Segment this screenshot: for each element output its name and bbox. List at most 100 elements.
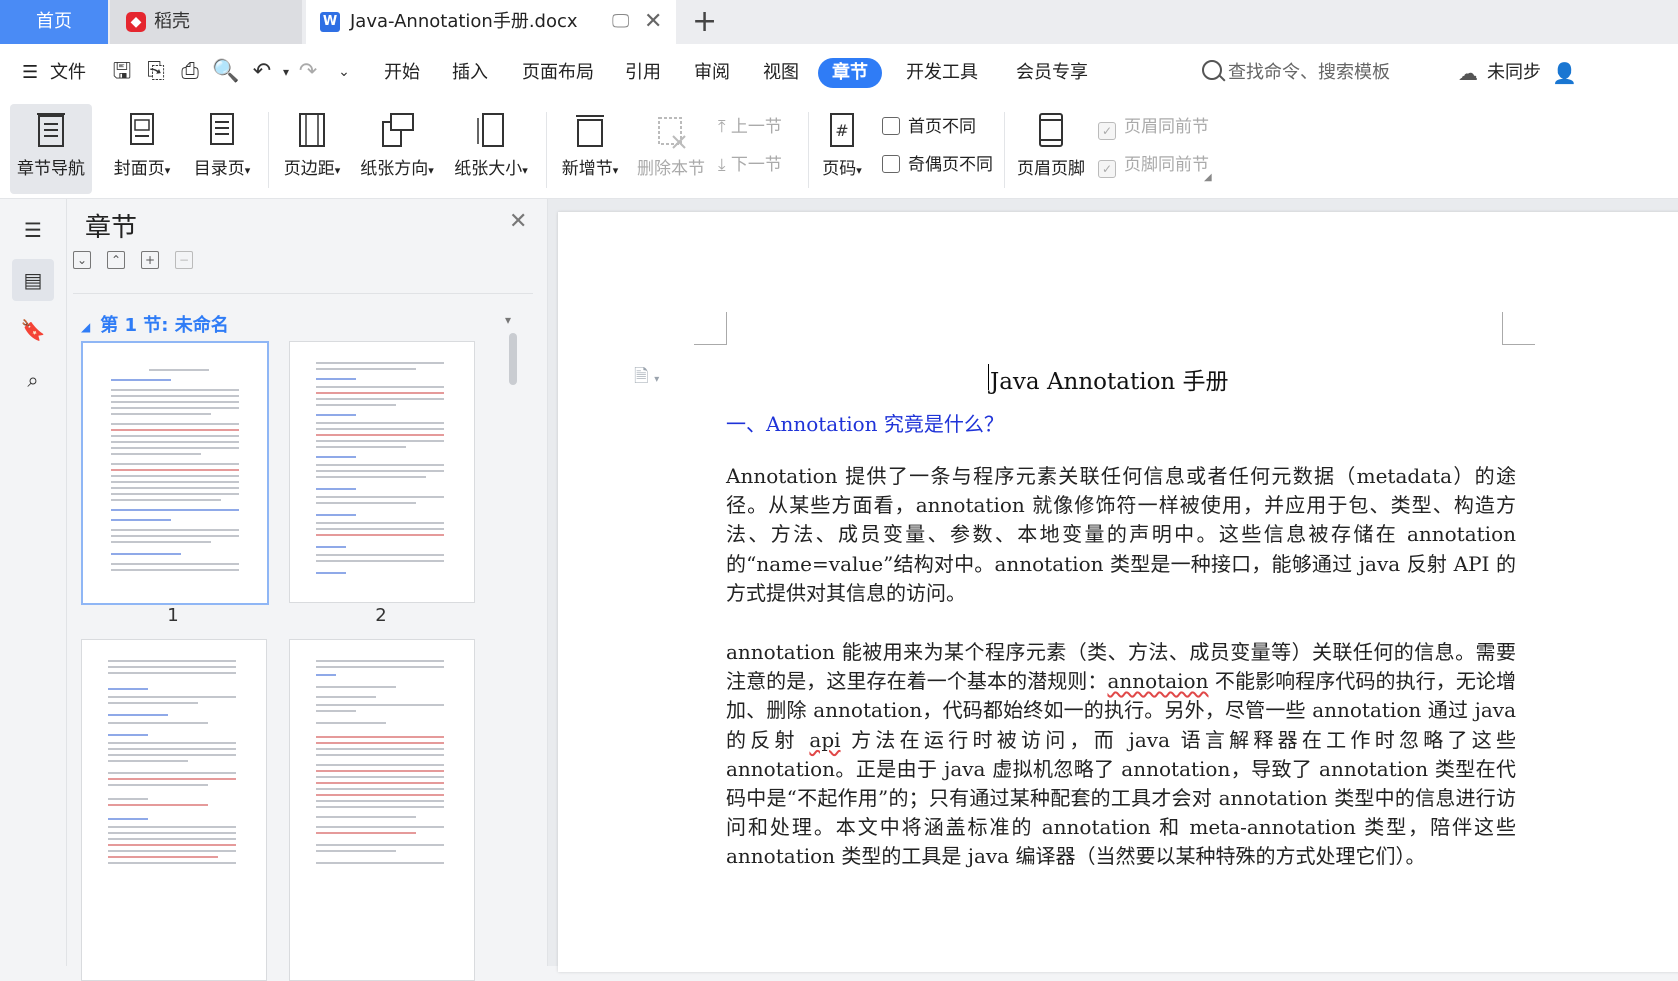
paragraph-2[interactable]: annotation 能被用来为某个程序元素（类、方法、成员变量等）关联任何的信… xyxy=(726,638,1516,872)
outline-icon[interactable]: ☰ xyxy=(12,209,54,251)
toc-page-button[interactable]: 目录页▾ xyxy=(186,104,258,194)
collapse-up-icon[interactable]: ⌃ xyxy=(107,251,125,269)
menu-view[interactable]: 视图 xyxy=(763,44,799,102)
tab-home[interactable]: 首页 xyxy=(0,0,108,44)
dropdown-arrow-icon: ▾ xyxy=(428,164,434,177)
spelling-error[interactable]: annotaion xyxy=(1107,669,1208,693)
close-panel-icon[interactable]: ✕ xyxy=(509,209,527,234)
redo-icon[interactable]: ↷ xyxy=(294,58,322,86)
svg-text:#: # xyxy=(835,121,848,140)
expand-down-icon[interactable]: ⌄ xyxy=(73,251,91,269)
prev-section-button[interactable]: ⤒ 上一节 xyxy=(718,112,782,142)
menu-review[interactable]: 审阅 xyxy=(694,44,730,102)
menu-references[interactable]: 引用 xyxy=(625,44,661,102)
paragraph-1[interactable]: Annotation 提供了一条与程序元素关联任何信息或者任何元数据（metad… xyxy=(726,462,1516,608)
collapse-all-icon[interactable]: − xyxy=(175,251,193,269)
next-section-button[interactable]: ⤓ 下一节 xyxy=(718,150,782,180)
page-thumbnail-2[interactable] xyxy=(289,341,475,603)
section-nav-panel-icon[interactable]: ▤ xyxy=(12,259,54,301)
checkbox-checked-icon: ✓ xyxy=(1098,122,1116,140)
ribbon-separator xyxy=(808,112,809,188)
export-pdf-icon[interactable]: ⎘ xyxy=(142,58,170,86)
print-icon[interactable]: ⎙ xyxy=(176,58,204,86)
section-item[interactable]: ◢ 第 1 节: 未命名 xyxy=(81,311,229,337)
page-thumbnail-3[interactable] xyxy=(81,639,267,981)
user-icon[interactable]: 👤 xyxy=(1552,44,1577,102)
first-page-different-label: 首页不同 xyxy=(908,117,976,137)
dropdown-arrow-icon: ▾ xyxy=(334,164,341,177)
odd-even-different-label: 奇偶页不同 xyxy=(908,155,993,175)
cover-page-button[interactable]: 封面页▾ xyxy=(106,104,178,194)
monitor-icon[interactable]: 🖵 xyxy=(612,0,629,44)
command-search-input[interactable]: 查找命令、搜索模板 xyxy=(1228,44,1390,102)
section-nav-label: 章节导航 xyxy=(17,159,85,179)
menu-insert[interactable]: 插入 xyxy=(452,44,488,102)
word-doc-icon: W xyxy=(320,12,340,32)
ribbon: 章节导航 封面页▾ 目录页▾ 页边距▾ 纸张方向▾ 纸张大小▾ 新增节▾ 删除本… xyxy=(0,102,1678,199)
sync-status[interactable]: 未同步 xyxy=(1487,44,1541,102)
spelling-error[interactable]: api xyxy=(809,728,840,752)
first-page-different-checkbox[interactable]: 首页不同 xyxy=(882,112,976,142)
checkbox-icon xyxy=(882,155,900,173)
print-preview-icon[interactable]: 🔍 xyxy=(212,58,240,86)
new-tab-button[interactable]: + xyxy=(692,0,717,44)
title-bar: 首页 ◆ 稻壳 W Java-Annotation手册.docx 🖵 ✕ + xyxy=(0,0,1678,44)
orientation-button[interactable]: 纸张方向▾ xyxy=(354,104,440,194)
close-tab-icon[interactable]: ✕ xyxy=(644,0,662,44)
header-same-as-prev-checkbox[interactable]: ✓ 页眉同前节 xyxy=(1098,112,1209,142)
paper-size-icon xyxy=(477,113,504,147)
menu-page-layout[interactable]: 页面布局 xyxy=(522,44,594,102)
margin-corner-mark xyxy=(694,312,727,345)
section-nav-icon xyxy=(37,113,65,147)
ribbon-separator xyxy=(1004,112,1005,188)
margins-icon xyxy=(299,113,325,147)
next-section-icon: ⤓ xyxy=(718,155,731,175)
find-icon[interactable]: ⌕ xyxy=(12,359,54,401)
dropdown-arrow-icon: ▾ xyxy=(244,164,251,177)
tab-docer[interactable]: ◆ 稻壳 xyxy=(110,0,302,44)
toc-page-icon xyxy=(210,113,234,145)
page-number-label: 页码 xyxy=(822,159,857,179)
menu-developer[interactable]: 开发工具 xyxy=(906,44,978,102)
menu-section-active[interactable]: 章节 xyxy=(818,58,882,88)
new-section-icon xyxy=(576,115,604,147)
margins-button[interactable]: 页边距▾ xyxy=(278,104,346,194)
dialog-launcher-icon[interactable]: ◢ xyxy=(1204,172,1212,183)
margin-corner-mark xyxy=(1502,312,1535,345)
page-thumbnail-4[interactable] xyxy=(289,639,475,981)
menu-member[interactable]: 会员专享 xyxy=(1016,44,1088,102)
dropdown-arrow-icon: ▾ xyxy=(164,164,171,177)
save-icon[interactable]: 🖫 xyxy=(108,58,136,86)
heading-1[interactable]: 一、Annotation 究竟是什么？ xyxy=(726,408,1004,437)
tab-document[interactable]: W Java-Annotation手册.docx 🖵 ✕ xyxy=(306,0,676,44)
delete-section-label: 删除本节 xyxy=(637,159,705,179)
panel-scrollbar[interactable] xyxy=(509,333,517,385)
bookmark-icon[interactable]: 🔖 xyxy=(12,309,54,351)
paragraph-2-text-c: 方法在运行时被访问，而 java 语言解释器在工作时忽略了这些 annotati… xyxy=(726,727,1517,869)
header-footer-button[interactable]: 页眉页脚 xyxy=(1012,104,1090,194)
footer-same-as-prev-label: 页脚同前节 xyxy=(1124,155,1209,175)
paragraph-options-icon[interactable]: 🗎 ▾ xyxy=(634,364,659,394)
document-page[interactable]: 🗎 ▾ Java Annotation 手册 一、Annotation 究竟是什… xyxy=(558,212,1678,972)
section-nav-button[interactable]: 章节导航 xyxy=(10,104,92,194)
odd-even-different-checkbox[interactable]: 奇偶页不同 xyxy=(882,150,993,180)
expand-all-icon[interactable]: + xyxy=(141,251,159,269)
footer-same-as-prev-checkbox[interactable]: ✓ 页脚同前节 xyxy=(1098,150,1209,180)
paper-size-button[interactable]: 纸张大小▾ xyxy=(448,104,534,194)
dropdown-arrow-icon: ▾ xyxy=(612,164,619,177)
cloud-sync-icon[interactable]: ☁ xyxy=(1458,44,1478,102)
checkbox-checked-icon: ✓ xyxy=(1098,160,1116,178)
delete-section-button[interactable]: 删除本节 xyxy=(634,104,708,194)
hamburger-menu-icon[interactable]: ☰ xyxy=(22,44,38,102)
customize-toolbar-icon[interactable]: ⌄ xyxy=(330,58,358,86)
section-nav-panel: 章节 ✕ ⌄ ⌃ + − ◢ 第 1 节: 未命名 ▾ 1 2 xyxy=(67,199,548,981)
page-number-button[interactable]: # 页码▾ xyxy=(816,104,868,194)
menu-file[interactable]: 文件 xyxy=(50,44,86,102)
document-title[interactable]: Java Annotation 手册 xyxy=(990,362,1229,396)
ribbon-separator xyxy=(546,112,547,188)
prev-section-label: 上一节 xyxy=(730,117,782,137)
new-section-button[interactable]: 新增节▾ xyxy=(556,104,624,194)
menu-start[interactable]: 开始 xyxy=(384,44,420,102)
section-menu-icon[interactable]: ▾ xyxy=(505,313,511,327)
page-thumbnail-1[interactable] xyxy=(81,341,269,605)
